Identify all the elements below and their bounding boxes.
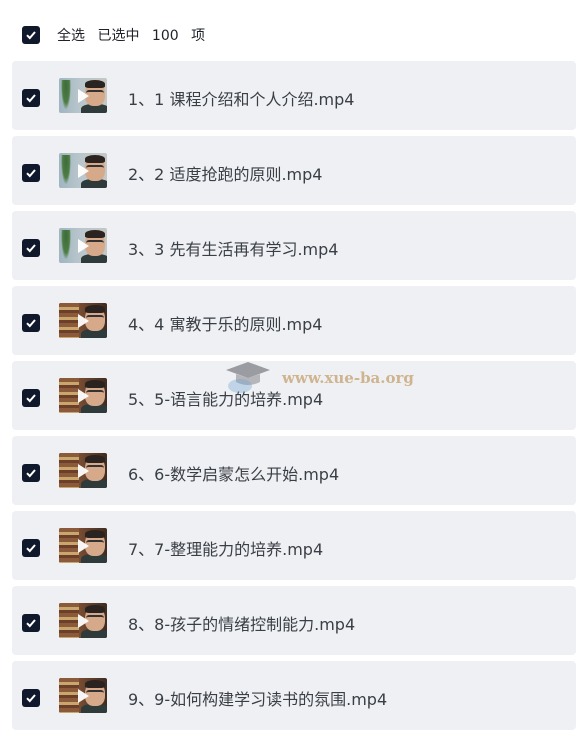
file-name: 1、1 课程介绍和个人介绍.mp4 [128, 90, 355, 109]
thumbnail-person-hair [85, 155, 105, 163]
thumbnail-person-hair [85, 230, 105, 238]
file-name: 9、9-如何构建学习读书的氛围.mp4 [128, 690, 388, 709]
checkmark-icon [26, 544, 36, 553]
list-item[interactable]: 2、2 适度抢跑的原则.mp4 [12, 136, 576, 205]
checkmark-icon [26, 469, 36, 478]
play-icon [78, 314, 89, 328]
video-thumbnail[interactable] [59, 453, 107, 488]
selected-label: 已选中 [97, 28, 140, 44]
list-item[interactable]: 9、9-如何构建学习读书的氛围.mp4 [12, 661, 576, 730]
thumbnail-person-hair [85, 305, 105, 313]
item-checkbox[interactable] [22, 614, 40, 632]
select-all-checkbox[interactable] [22, 26, 40, 44]
list-item[interactable]: 3、3 先有生活再有学习.mp4 [12, 211, 576, 280]
item-checkbox[interactable] [22, 539, 40, 557]
play-icon [78, 464, 89, 478]
checkmark-icon [26, 619, 36, 628]
video-thumbnail[interactable] [59, 78, 107, 113]
play-icon [78, 539, 89, 553]
checkmark-icon [26, 319, 36, 328]
selection-header: 全选 已选中 100 项 [0, 0, 576, 62]
thumbnail-person-hair [85, 680, 105, 688]
item-checkbox[interactable] [22, 689, 40, 707]
thumbnail-person-hair [85, 80, 105, 88]
file-name: 4、4 寓教于乐的原则.mp4 [128, 315, 323, 334]
item-checkbox[interactable] [22, 314, 40, 332]
list-item[interactable]: 5、5-语言能力的培养.mp4 [12, 361, 576, 430]
thumbnail-plant [61, 230, 71, 260]
list-item[interactable]: 4、4 寓教于乐的原则.mp4 [12, 286, 576, 355]
list-item[interactable]: 1、1 课程介绍和个人介绍.mp4 [12, 61, 576, 130]
play-icon [78, 614, 89, 628]
thumbnail-plant [61, 155, 71, 185]
file-name: 7、7-整理能力的培养.mp4 [128, 540, 324, 559]
item-checkbox[interactable] [22, 464, 40, 482]
thumbnail-person-hair [85, 605, 105, 613]
thumbnail-bookshelf [59, 603, 79, 638]
play-icon [78, 89, 89, 103]
video-thumbnail[interactable] [59, 153, 107, 188]
file-name: 5、5-语言能力的培养.mp4 [128, 390, 324, 409]
video-thumbnail[interactable] [59, 228, 107, 263]
thumbnail-bookshelf [59, 528, 79, 563]
checkmark-icon [26, 94, 36, 103]
list-item[interactable]: 7、7-整理能力的培养.mp4 [12, 511, 576, 580]
file-name: 3、3 先有生活再有学习.mp4 [128, 240, 339, 259]
selected-count: 100 [151, 28, 179, 44]
checkmark-icon [26, 31, 36, 40]
video-thumbnail[interactable] [59, 678, 107, 713]
item-checkbox[interactable] [22, 89, 40, 107]
checkmark-icon [26, 394, 36, 403]
video-thumbnail[interactable] [59, 603, 107, 638]
selection-summary: 全选 已选中 100 项 [57, 25, 213, 45]
select-all-label[interactable]: 全选 [57, 28, 85, 44]
file-list: 1、1 课程介绍和个人介绍.mp4 2、2 适度抢跑的原则.mp4 3、3 先有生活… [12, 61, 576, 736]
play-icon [78, 689, 89, 703]
checkmark-icon [26, 694, 36, 703]
thumbnail-person-hair [85, 530, 105, 538]
thumbnail-bookshelf [59, 378, 79, 413]
play-icon [78, 164, 89, 178]
item-checkbox[interactable] [22, 389, 40, 407]
video-thumbnail[interactable] [59, 378, 107, 413]
thumbnail-bookshelf [59, 453, 79, 488]
checkmark-icon [26, 244, 36, 253]
file-name: 6、6-数学启蒙怎么开始.mp4 [128, 465, 340, 484]
unit-label: 项 [191, 28, 206, 44]
video-thumbnail[interactable] [59, 528, 107, 563]
item-checkbox[interactable] [22, 164, 40, 182]
video-thumbnail[interactable] [59, 303, 107, 338]
checkmark-icon [26, 169, 36, 178]
list-item[interactable]: 6、6-数学启蒙怎么开始.mp4 [12, 436, 576, 505]
thumbnail-plant [61, 80, 71, 110]
item-checkbox[interactable] [22, 239, 40, 257]
play-icon [78, 389, 89, 403]
file-name: 8、8-孩子的情绪控制能力.mp4 [128, 615, 356, 634]
list-item[interactable]: 8、8-孩子的情绪控制能力.mp4 [12, 586, 576, 655]
thumbnail-person-hair [85, 380, 105, 388]
thumbnail-person-hair [85, 455, 105, 463]
thumbnail-bookshelf [59, 678, 79, 713]
thumbnail-bookshelf [59, 303, 79, 338]
play-icon [78, 239, 89, 253]
file-name: 2、2 适度抢跑的原则.mp4 [128, 165, 323, 184]
